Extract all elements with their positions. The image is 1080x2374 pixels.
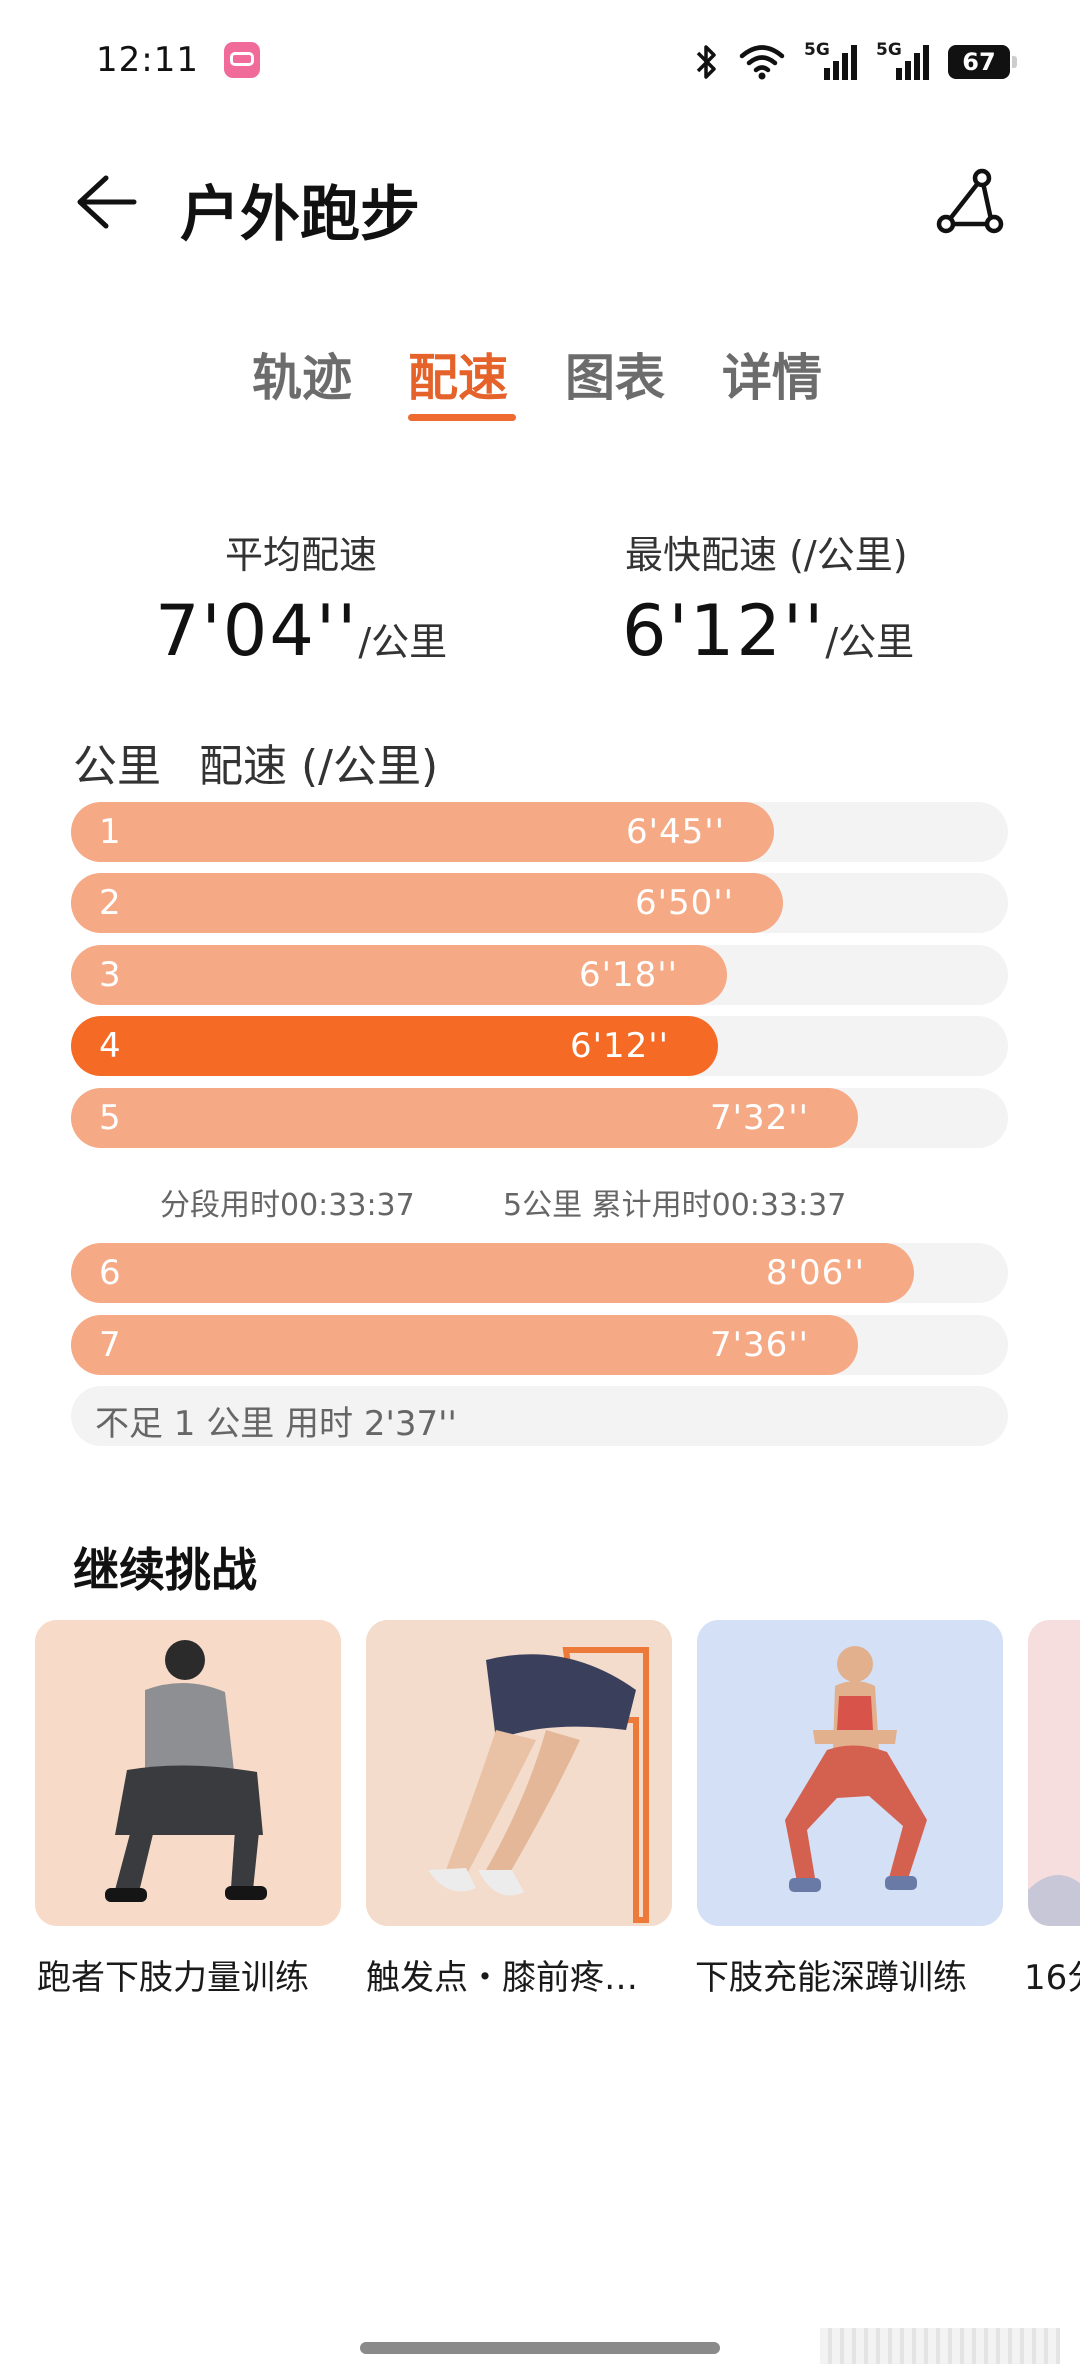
watermark: [820, 2328, 1060, 2364]
challenge-card[interactable]: [697, 1620, 1003, 1926]
pace-row: 3 6'18'': [71, 945, 1008, 1005]
challenge-caption[interactable]: 下肢充能深蹲训练: [695, 1950, 967, 1999]
km-index: 2: [99, 883, 121, 923]
challenge-caption[interactable]: 触发点・膝前疼…: [366, 1950, 638, 1999]
signal-icon: 5G: [804, 40, 858, 82]
km-column-label: 公里: [73, 741, 161, 792]
bilibili-app-icon: [224, 42, 260, 78]
pace-bar-fastest: 4 6'12'': [71, 1016, 718, 1076]
pace-column-label: 配速 (/公里): [199, 741, 439, 792]
km-pace-value: 6'50'': [635, 883, 734, 923]
km-pace-value: 6'18'': [579, 955, 678, 995]
status-icons: 5G 5G 67: [692, 40, 1017, 84]
challenge-card[interactable]: [366, 1620, 672, 1926]
tab-pace[interactable]: 配速: [408, 338, 508, 410]
bluetooth-icon: [696, 45, 716, 79]
workout-thumbnail: [1028, 1620, 1080, 1926]
challenge-card[interactable]: [1028, 1620, 1080, 1926]
challenge-carousel[interactable]: [35, 1620, 1080, 1950]
back-arrow-icon[interactable]: [70, 172, 140, 232]
pace-bar: 6 8'06'': [71, 1243, 914, 1303]
tab-bar: 轨迹 配速 图表 详情: [0, 338, 1080, 421]
page-title: 户外跑步: [180, 180, 420, 250]
route-share-icon[interactable]: [932, 168, 1006, 238]
remainder-row: 不足 1 公里 用时 2'37'': [71, 1386, 1008, 1446]
battery-icon: 67: [948, 45, 1017, 79]
pace-list-header: 公里 配速 (/公里): [73, 730, 438, 794]
pace-row: 1 6'45'': [71, 802, 1008, 862]
km-index: 6: [99, 1253, 121, 1293]
avg-pace-value: 7'04''/公里: [155, 590, 447, 672]
km-index: 1: [99, 812, 121, 852]
status-time: 12:11: [96, 40, 199, 80]
tab-details[interactable]: 详情: [722, 338, 822, 410]
challenge-caption[interactable]: 跑者下肢力量训练: [37, 1950, 309, 1999]
km-pace-value: 6'12'': [570, 1026, 669, 1066]
pace-row: 7 7'36'': [71, 1315, 1008, 1375]
avg-pace-unit: /公里: [358, 620, 448, 664]
fastest-pace-number: 6'12'': [622, 590, 826, 672]
pace-bar: 5 7'32'': [71, 1088, 858, 1148]
remainder-text: 不足 1 公里 用时 2'37'': [95, 1404, 457, 1444]
fastest-pace-label: 最快配速 (/公里): [625, 533, 908, 577]
tab-chart[interactable]: 图表: [565, 338, 665, 410]
fastest-pace-unit: /公里: [825, 620, 915, 664]
workout-thumbnail: [35, 1620, 341, 1926]
km-index: 5: [99, 1098, 121, 1138]
pace-bar: 7 7'36'': [71, 1315, 858, 1375]
km-pace-value: 8'06'': [766, 1253, 865, 1293]
challenge-section-title: 继续挑战: [73, 1543, 257, 1597]
avg-pace-number: 7'04'': [155, 590, 359, 672]
challenge-captions: 跑者下肢力量训练 触发点・膝前疼… 下肢充能深蹲训练 16分: [0, 1950, 1080, 2010]
pace-bar: 3 6'18'': [71, 945, 727, 1005]
km-index: 4: [99, 1026, 121, 1066]
km-pace-value: 6'45'': [626, 812, 725, 852]
challenge-caption[interactable]: 16分: [1024, 1950, 1080, 1999]
km-pace-value: 7'36'': [710, 1325, 809, 1365]
workout-thumbnail: [697, 1620, 1003, 1926]
pace-bar: 2 6'50'': [71, 873, 783, 933]
battery-level: 67: [962, 48, 996, 76]
challenge-card[interactable]: [35, 1620, 341, 1926]
workout-thumbnail: [366, 1620, 672, 1926]
fastest-pace-value: 6'12''/公里: [622, 590, 914, 672]
home-indicator[interactable]: [360, 2342, 720, 2354]
tab-track[interactable]: 轨迹: [252, 338, 352, 410]
avg-pace-label: 平均配速: [225, 533, 378, 577]
cumulative-time-note: 5公里 累计用时00:33:37: [503, 1188, 847, 1223]
pace-row: 5 7'32'': [71, 1088, 1008, 1148]
km-index: 7: [99, 1325, 121, 1365]
wifi-icon: [739, 45, 785, 80]
pace-row: 4 6'12'': [71, 1016, 1008, 1076]
split-time-note: 分段用时00:33:37: [160, 1188, 415, 1223]
signal-icon-2: 5G: [876, 40, 930, 82]
active-tab-indicator: [408, 414, 516, 421]
km-pace-value: 7'32'': [710, 1098, 809, 1138]
km-index: 3: [99, 955, 121, 995]
pace-row: 2 6'50'': [71, 873, 1008, 933]
pace-bar: 1 6'45'': [71, 802, 774, 862]
pace-row: 6 8'06'': [71, 1243, 1008, 1303]
